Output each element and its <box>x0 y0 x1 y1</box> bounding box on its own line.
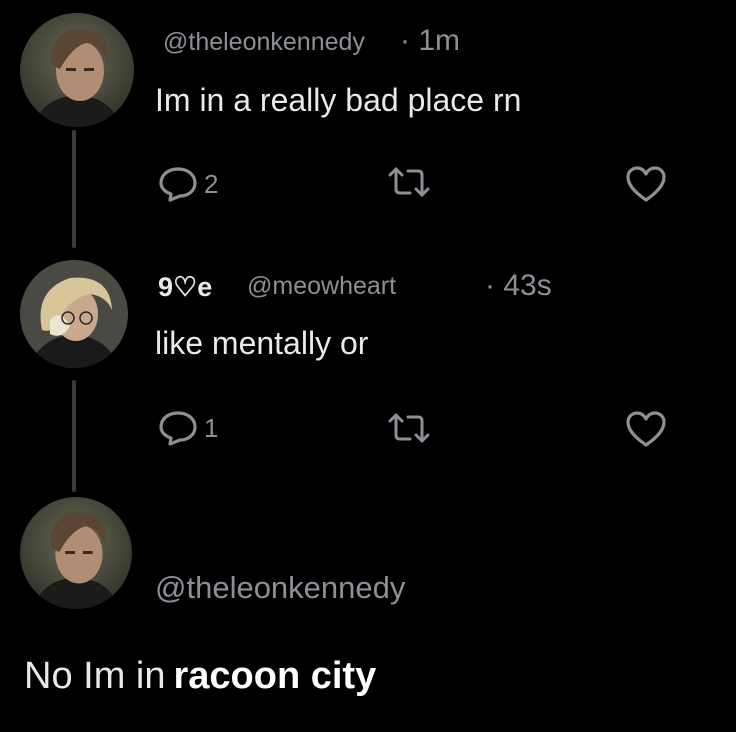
reply-bubble-icon <box>158 166 198 202</box>
thread-line-1 <box>72 130 76 248</box>
tweet-2-retweet-button[interactable] <box>386 411 432 445</box>
tweet-3-handle[interactable]: @theleonkennedy <box>155 570 405 606</box>
thread-line-2 <box>72 380 76 492</box>
tweet-2-reply-count: 1 <box>204 412 219 443</box>
meowheart-avatar[interactable] <box>20 260 128 368</box>
tweet-2-like-button[interactable] <box>625 410 667 448</box>
leon-avatar[interactable] <box>20 13 134 127</box>
tweet-1-timestamp[interactable]: · 1m <box>400 24 460 58</box>
retweet-icon <box>386 411 432 445</box>
tweet-2-display-name[interactable]: 9♡e <box>158 272 212 303</box>
tweet-2-timestamp[interactable]: · 43s <box>485 269 552 303</box>
retweet-icon <box>386 165 432 199</box>
tweet-3-text-bold: racoon city <box>173 655 377 697</box>
tweet-3-text: No Im in racoon city <box>24 655 376 698</box>
tweet-1-reply-count: 2 <box>204 168 219 199</box>
heart-icon <box>625 165 667 203</box>
leon-avatar[interactable] <box>20 497 132 609</box>
tweet-1-retweet-button[interactable] <box>386 165 432 199</box>
heart-icon <box>625 410 667 448</box>
tweet-2-handle[interactable]: @meowheart <box>247 272 396 301</box>
tweet-1-handle[interactable]: @theleonkennedy <box>163 28 365 57</box>
tweet-3-text-plain: No Im in <box>24 655 166 697</box>
tweet-1-reply-button[interactable]: 2 <box>158 166 218 202</box>
reply-bubble-icon <box>158 410 198 446</box>
tweet-2-reply-button[interactable]: 1 <box>158 410 218 446</box>
tweet-1-text: Im in a really bad place rn <box>155 82 522 118</box>
tweet-2-text: like mentally or <box>155 325 369 361</box>
tweet-1-like-button[interactable] <box>625 165 667 203</box>
